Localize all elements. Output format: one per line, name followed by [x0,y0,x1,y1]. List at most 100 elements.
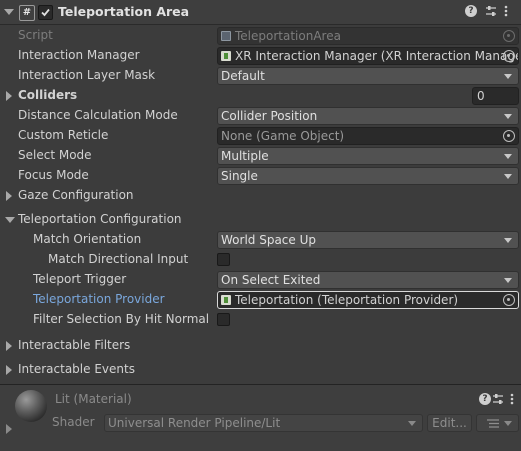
teleport-trigger-label: Teleport Trigger [33,272,127,286]
interactable-filters-foldout[interactable]: Interactable Filters [0,336,521,356]
foldout-arrow-icon[interactable] [6,424,12,434]
foldout-arrow-icon[interactable] [6,365,12,375]
foldout-arrow-icon[interactable] [4,9,14,15]
list-icon [487,419,499,428]
teleport-trigger-row: Teleport Trigger On Select Exited [0,270,521,290]
edit-shader-button[interactable]: Edit... [427,414,472,432]
match-orientation-value: World Space Up [221,233,316,247]
more-menu-icon[interactable] [504,4,514,22]
script-label: Script [18,28,53,42]
object-picker-icon[interactable] [503,50,515,62]
custom-reticle-value: None (Game Object) [221,129,345,143]
distance-calc-mode-value: Collider Position [221,109,318,123]
match-orientation-row: Match Orientation World Space Up [0,230,521,250]
focus-mode-row: Focus Mode Single [0,166,521,186]
checkmark-icon [41,8,50,17]
shader-value: Universal Render Pipeline/Lit [108,416,281,430]
chevron-down-icon [504,238,512,243]
interaction-layer-mask-row: Interaction Layer Mask Default [0,66,521,86]
colliders-size-field[interactable]: 0 [472,87,519,105]
component-title: Teleportation Area [58,4,190,19]
chevron-down-icon [504,174,512,179]
teleport-trigger-dropdown[interactable]: On Select Exited [217,271,519,289]
chevron-down-icon [408,421,416,426]
match-directional-input-row: Match Directional Input [0,250,521,270]
select-mode-dropdown[interactable]: Multiple [217,147,519,165]
chevron-down-icon [504,421,512,426]
object-picker-icon[interactable] [503,294,515,306]
custom-reticle-label: Custom Reticle [18,128,109,142]
teleportation-provider-row: Teleportation Provider Teleportation (Te… [0,290,521,310]
distance-calc-mode-dropdown[interactable]: Collider Position [217,107,519,125]
component-icon [221,295,231,305]
interactable-events-label: Interactable Events [18,362,135,376]
focus-mode-label: Focus Mode [18,168,89,182]
select-mode-value: Multiple [221,149,269,163]
interaction-manager-value: XR Interaction Manager (XR Interaction M… [235,49,519,63]
material-section: Lit (Material) ? Shader Universal Render… [0,385,521,451]
chevron-down-icon [504,74,512,79]
colliders-label: Colliders [18,88,78,102]
colliders-size-value: 0 [477,89,485,103]
foldout-arrow-icon[interactable] [6,191,12,201]
teleport-trigger-value: On Select Exited [221,273,321,287]
chevron-down-icon [504,278,512,283]
interaction-layer-mask-dropdown[interactable]: Default [217,67,519,85]
select-mode-label: Select Mode [18,148,92,162]
teleportation-provider-field[interactable]: Teleportation (Teleportation Provider) [217,291,519,309]
chevron-down-icon [504,114,512,119]
interaction-manager-field[interactable]: XR Interaction Manager (XR Interaction M… [217,47,519,65]
interaction-layer-mask-label: Interaction Layer Mask [18,68,156,82]
teleportation-configuration-label: Teleportation Configuration [18,212,182,226]
script-component-icon: # [19,5,35,21]
interaction-manager-label: Interaction Manager [18,48,140,62]
foldout-arrow-icon[interactable] [6,341,12,351]
interactable-filters-label: Interactable Filters [18,338,131,352]
shader-label: Shader [52,415,95,429]
custom-reticle-field[interactable]: None (Game Object) [217,127,519,145]
gaze-configuration-foldout[interactable]: Gaze Configuration [0,186,521,206]
foldout-arrow-icon[interactable] [6,91,12,101]
more-menu-icon[interactable] [510,392,518,410]
component-icon [221,51,231,61]
shader-dropdown[interactable]: Universal Render Pipeline/Lit [104,414,423,432]
teleportation-provider-label: Teleportation Provider [33,292,165,306]
interactable-events-foldout[interactable]: Interactable Events [0,360,521,380]
focus-mode-value: Single [221,169,258,183]
filter-selection-row: Filter Selection By Hit Normal [0,310,521,330]
presets-icon[interactable] [491,392,505,410]
script-file-icon [221,31,231,41]
help-icon[interactable]: ? [479,393,491,405]
match-directional-input-label: Match Directional Input [48,252,189,266]
match-directional-input-checkbox[interactable] [217,253,230,266]
material-name: Lit (Material) [55,392,132,406]
chevron-down-icon [504,154,512,159]
material-preview-sphere [15,390,47,422]
component-enabled-checkbox[interactable] [38,5,53,20]
help-icon[interactable]: ? [465,5,477,17]
script-value: TeleportationArea [235,29,341,43]
teleportation-configuration-foldout[interactable]: Teleportation Configuration [0,210,521,230]
teleportation-provider-value: Teleportation (Teleportation Provider) [235,293,459,307]
match-orientation-dropdown[interactable]: World Space Up [217,231,519,249]
object-picker-icon [503,30,515,42]
match-orientation-label: Match Orientation [33,232,142,246]
script-field: TeleportationArea [217,27,519,45]
custom-reticle-row: Custom Reticle None (Game Object) [0,126,521,146]
presets-icon[interactable] [484,4,498,22]
shader-options-button[interactable] [476,414,519,432]
interaction-layer-mask-value: Default [221,69,265,83]
focus-mode-dropdown[interactable]: Single [217,167,519,185]
distance-calc-mode-label: Distance Calculation Mode [18,108,178,122]
filter-selection-checkbox[interactable] [217,313,230,326]
interaction-manager-row: Interaction Manager XR Interaction Manag… [0,46,521,66]
filter-selection-label: Filter Selection By Hit Normal [33,312,210,326]
script-row: Script TeleportationArea [0,26,521,46]
gaze-configuration-label: Gaze Configuration [18,188,134,202]
colliders-row[interactable]: Colliders 0 [0,86,521,106]
object-picker-icon[interactable] [503,130,515,142]
foldout-arrow-icon[interactable] [5,217,15,223]
component-header[interactable]: # Teleportation Area ? [0,0,521,25]
distance-calc-mode-row: Distance Calculation Mode Collider Posit… [0,106,521,126]
select-mode-row: Select Mode Multiple [0,146,521,166]
